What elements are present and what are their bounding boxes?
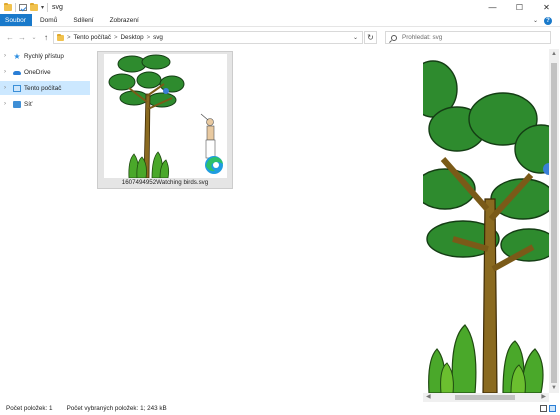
- folder-icon: [57, 33, 64, 41]
- recent-locations-icon[interactable]: ⌄: [28, 34, 40, 41]
- sidebar-item-label: OneDrive: [24, 68, 51, 76]
- search-box[interactable]: [385, 31, 551, 44]
- horizontal-scrollbar[interactable]: ◀ ▶: [423, 393, 549, 402]
- expand-chevron-icon[interactable]: ›: [4, 69, 11, 75]
- forward-arrow-icon[interactable]: →: [16, 33, 28, 42]
- navigation-bar: ← → ⌄ ↑ > Tento počítač > Desktop > svg …: [0, 28, 560, 47]
- expand-chevron-icon[interactable]: ›: [4, 101, 11, 107]
- expand-ribbon-icon[interactable]: ⌄: [533, 17, 538, 24]
- sidebar-item-this-pc[interactable]: › Tento počítač: [0, 81, 90, 95]
- breadcrumb-separator: >: [67, 34, 71, 41]
- window-controls: — ☐ ✕: [479, 0, 560, 14]
- scrollbar-thumb[interactable]: [551, 63, 557, 383]
- cloud-icon: [13, 71, 21, 75]
- search-icon: [391, 34, 397, 41]
- sidebar-item-quick-access[interactable]: › ★ Rychlý přístup: [0, 49, 90, 63]
- selection-info: Počet vybraných položek: 1; 243 kB: [66, 405, 167, 412]
- sidebar-item-network[interactable]: › Síť: [0, 97, 90, 111]
- ribbon-tabs: Soubor Domů Sdílení Zobrazení ⌄ ?: [0, 14, 560, 27]
- expand-chevron-icon[interactable]: ›: [4, 53, 11, 59]
- navigation-pane: › ★ Rychlý přístup › OneDrive › Tento po…: [0, 49, 90, 399]
- breadcrumb-desktop[interactable]: Desktop: [121, 34, 144, 41]
- breadcrumb-separator: >: [146, 34, 151, 41]
- vertical-scrollbar[interactable]: ▲ ▼: [549, 49, 559, 393]
- divider: [15, 2, 16, 12]
- tab-home[interactable]: Domů: [32, 14, 65, 26]
- file-tile[interactable]: 1607494952Watching birds.svg: [97, 51, 233, 189]
- window-title: svg: [52, 3, 63, 11]
- back-arrow-icon[interactable]: ←: [4, 33, 16, 42]
- sidebar-item-label: Tento počítač: [24, 84, 62, 92]
- refresh-icon: ↻: [367, 33, 374, 42]
- file-thumbnail: [104, 54, 227, 178]
- search-input[interactable]: [402, 34, 542, 41]
- star-icon: ★: [13, 51, 21, 61]
- new-folder-icon[interactable]: [30, 2, 38, 11]
- scroll-left-icon[interactable]: ◀: [426, 393, 431, 400]
- scroll-right-icon[interactable]: ▶: [541, 393, 546, 400]
- expand-chevron-icon[interactable]: ›: [4, 85, 11, 91]
- details-view-icon[interactable]: [540, 405, 547, 412]
- large-icons-view-icon[interactable]: [549, 405, 556, 412]
- preview-illustration: [423, 60, 549, 393]
- title-bar: ▾ svg — ☐ ✕: [0, 0, 560, 14]
- refresh-button[interactable]: ↻: [364, 31, 377, 44]
- ribbon-right: ⌄ ?: [533, 14, 552, 27]
- up-arrow-icon[interactable]: ↑: [40, 33, 52, 42]
- close-button[interactable]: ✕: [533, 0, 560, 14]
- sidebar-item-onedrive[interactable]: › OneDrive: [0, 65, 90, 79]
- sidebar-item-label: Síť: [24, 100, 33, 108]
- tab-view[interactable]: Zobrazení: [102, 14, 147, 26]
- scrollbar-thumb[interactable]: [455, 395, 515, 400]
- preview-pane: [423, 49, 549, 393]
- help-icon[interactable]: ?: [544, 16, 552, 25]
- file-name: 1607494952Watching birds.svg: [121, 179, 209, 186]
- breadcrumb-svg[interactable]: svg: [153, 34, 163, 41]
- address-bar[interactable]: > Tento počítač > Desktop > svg ⌄: [53, 31, 363, 44]
- scroll-up-icon[interactable]: ▲: [551, 51, 557, 57]
- chevron-down-icon[interactable]: ⌄: [353, 34, 358, 41]
- breadcrumb-this-pc[interactable]: Tento počítač: [74, 34, 111, 41]
- customize-toolbar-icon[interactable]: ▾: [41, 4, 44, 11]
- item-count: Počet položek: 1: [6, 405, 53, 412]
- scroll-down-icon[interactable]: ▼: [551, 385, 557, 391]
- status-bar: Počet položek: 1 Počet vybraných položek…: [0, 402, 560, 415]
- quick-access-toolbar: ▾: [0, 0, 49, 14]
- sidebar-item-label: Rychlý přístup: [24, 52, 64, 60]
- tab-share[interactable]: Sdílení: [65, 14, 101, 26]
- minimize-button[interactable]: —: [479, 0, 506, 14]
- divider: [47, 2, 49, 12]
- breadcrumb-separator: >: [113, 34, 118, 41]
- computer-icon: [13, 84, 21, 92]
- properties-icon[interactable]: [19, 3, 27, 11]
- maximize-button[interactable]: ☐: [506, 0, 533, 14]
- file-list: 1607494952Watching birds.svg: [90, 49, 420, 399]
- network-icon: [13, 100, 21, 108]
- tab-file[interactable]: Soubor: [0, 14, 32, 26]
- tree-illustration: [108, 54, 223, 178]
- folder-icon: [4, 2, 12, 11]
- view-toggle: [540, 405, 556, 412]
